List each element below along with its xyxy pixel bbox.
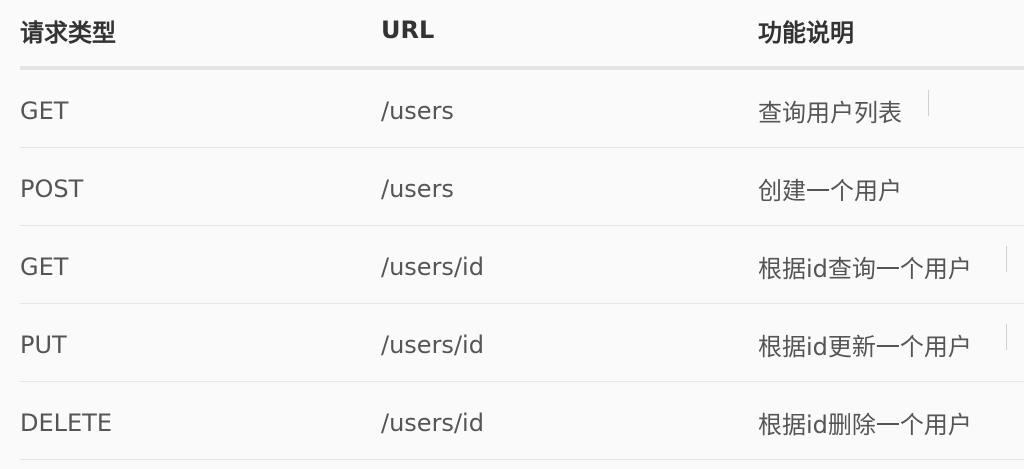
table-row: GET /users 查询用户列表 [20, 70, 1024, 148]
row-description: 根据id删除一个用户 [758, 411, 972, 439]
row-method: GET [20, 252, 69, 281]
text-cursor [1006, 324, 1007, 350]
row-method: GET [20, 96, 69, 125]
text-cursor [928, 90, 929, 116]
row-url: /users/id [381, 252, 484, 281]
row-description: 创建一个用户 [758, 177, 902, 205]
table-row: PUT /users/id 根据id更新一个用户 [20, 304, 1024, 382]
row-url: /users [381, 174, 454, 203]
row-url: /users [381, 96, 454, 125]
table-row: DELETE /users/id 根据id删除一个用户 [20, 382, 1024, 460]
text-cursor [1006, 246, 1007, 272]
row-url: /users/id [381, 330, 484, 359]
api-table: 请求类型 URL 功能说明 GET /users 查询用户列表 POST /us… [20, 0, 1024, 460]
row-description: 查询用户列表 [758, 99, 902, 127]
table-header-row: 请求类型 URL 功能说明 [20, 0, 1024, 70]
row-method: PUT [20, 330, 67, 359]
header-method: 请求类型 [20, 18, 116, 47]
row-method: POST [20, 174, 84, 203]
table-row: POST /users 创建一个用户 [20, 148, 1024, 226]
row-description: 根据id查询一个用户 [758, 255, 972, 283]
header-description: 功能说明 [758, 18, 854, 47]
row-description: 根据id更新一个用户 [758, 333, 972, 361]
table-row: GET /users/id 根据id查询一个用户 [20, 226, 1024, 304]
header-url: URL [381, 16, 435, 44]
row-method: DELETE [20, 408, 113, 437]
row-url: /users/id [381, 408, 484, 437]
